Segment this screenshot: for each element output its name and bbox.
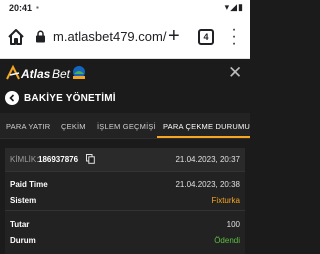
tutar-label: Tutar xyxy=(10,220,30,229)
lock-icon[interactable] xyxy=(35,30,46,43)
browser-toolbar: m.atlasbet479.com/ + 4 · · · xyxy=(0,16,250,59)
signal-battery-icons: ▾◢▮ xyxy=(224,2,244,12)
durum-label: Durum xyxy=(10,236,36,245)
transaction-id-label: KİMLİK: xyxy=(10,155,39,164)
paid-time-label: Paid Time xyxy=(10,180,48,189)
new-tab-icon[interactable]: + xyxy=(168,25,180,48)
chevron-left-icon xyxy=(9,94,15,102)
active-tab-indicator xyxy=(157,136,250,138)
page-title: BAKİYE YÖNETİMİ xyxy=(24,93,116,104)
status-badge: Ödendi xyxy=(214,236,240,245)
sistem-label: Sistem xyxy=(10,196,37,205)
status-bar: 20:41 ▪ ▾◢▮ xyxy=(0,0,250,16)
home-icon[interactable] xyxy=(6,27,26,47)
paid-time-value: 21.04.2023, 20:38 xyxy=(175,180,240,189)
page-title-bar: BAKİYE YÖNETİMİ xyxy=(0,88,250,110)
back-button[interactable] xyxy=(5,91,19,105)
transaction-card: KİMLİK: 186937876 21.04.2023, 20:37 Paid… xyxy=(5,148,245,254)
app-header: Atlas Bet ✕ xyxy=(0,59,250,85)
copy-icon[interactable] xyxy=(86,154,95,164)
sistem-value: Fixturka xyxy=(211,196,240,205)
tutar-value: 100 xyxy=(226,220,240,229)
more-menu-icon[interactable]: · · · xyxy=(230,22,238,52)
tab-islem-gecmisi[interactable]: İŞLEM GEÇMİŞİ xyxy=(97,122,156,131)
message-icon: ▪ xyxy=(36,3,39,12)
balance-tabs: PARA YATIR ÇEKİM İŞLEM GEÇMİŞİ PARA ÇEKM… xyxy=(0,113,250,139)
tab-cekim[interactable]: ÇEKİM xyxy=(61,122,86,131)
transaction-header: KİMLİK: 186937876 21.04.2023, 20:37 xyxy=(5,148,245,172)
transaction-id-value: 186937876 xyxy=(38,155,79,164)
close-icon[interactable]: ✕ xyxy=(228,63,242,83)
status-time: 20:41 xyxy=(9,3,33,13)
svg-text:Bet: Bet xyxy=(52,67,71,81)
transaction-created-date: 21.04.2023, 20:37 xyxy=(175,155,240,164)
url-field[interactable]: m.atlasbet479.com/ xyxy=(53,29,166,44)
atlasbet-logo[interactable]: Atlas Bet xyxy=(6,64,91,82)
tab-para-cekme-durumu[interactable]: PARA ÇEKME DURUMU xyxy=(163,122,250,131)
tab-count-button[interactable]: 4 xyxy=(198,29,214,45)
divider xyxy=(5,210,245,211)
tab-para-yatir[interactable]: PARA YATIR xyxy=(6,122,50,131)
svg-text:Atlas: Atlas xyxy=(20,67,51,81)
